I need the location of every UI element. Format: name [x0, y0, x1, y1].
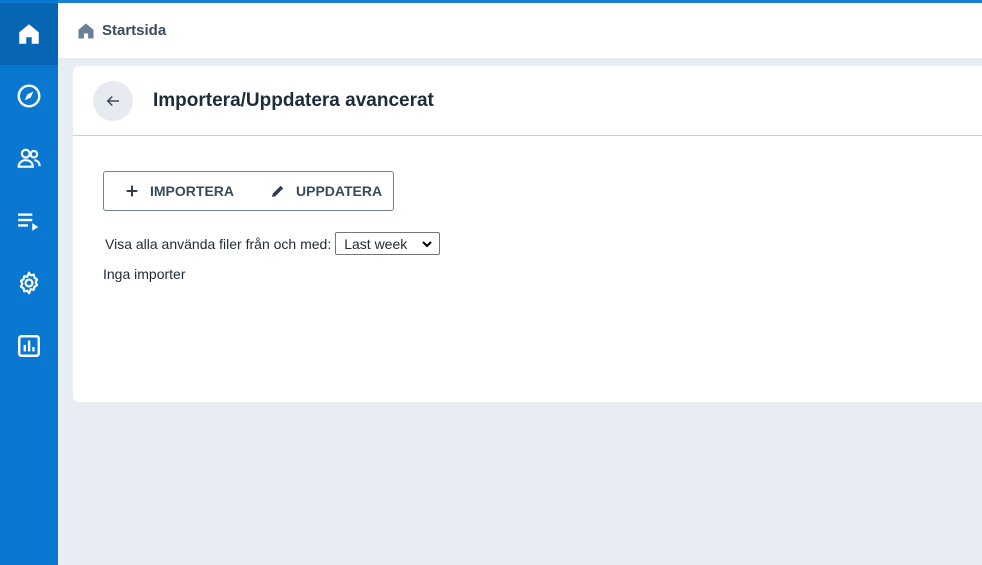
sidebar-item-home[interactable] — [0, 3, 58, 65]
page-title: Importera/Uppdatera avancerat — [153, 89, 434, 111]
breadcrumb-home-label: Startsida — [102, 22, 167, 39]
compass-icon — [17, 84, 41, 108]
import-button-label: IMPORTERA — [150, 183, 234, 199]
plus-icon — [126, 185, 138, 197]
date-filter-label: Visa alla använda filer från och med: — [105, 235, 332, 252]
card-header: Importera/Uppdatera avancerat — [73, 66, 982, 136]
back-button[interactable] — [93, 80, 133, 121]
users-icon — [17, 148, 41, 168]
playlist-icon — [18, 213, 39, 231]
arrow-left-icon — [106, 95, 119, 106]
report-icon — [18, 335, 40, 357]
home-icon — [19, 24, 39, 44]
sidebar-item-lists[interactable] — [0, 190, 58, 252]
home-icon — [78, 23, 94, 38]
main-card: Importera/Uppdatera avancerat IMPORTERA … — [73, 66, 982, 402]
update-button-label: UPPDATERA — [296, 183, 383, 199]
top-header: Startsida — [58, 3, 982, 58]
date-filter-value: Last week — [344, 235, 408, 252]
date-filter-select[interactable]: Last week — [335, 232, 441, 255]
import-button[interactable]: IMPORTERA — [104, 172, 250, 210]
breadcrumb[interactable]: Startsida — [76, 21, 166, 41]
sidebar-item-users[interactable] — [0, 127, 58, 189]
pencil-icon — [272, 185, 284, 197]
sidebar-item-reports[interactable] — [0, 315, 58, 377]
chevron-down-icon — [422, 240, 432, 247]
update-button[interactable]: UPPDATERA — [250, 172, 398, 210]
gear-icon — [19, 271, 39, 295]
date-filter-row: Visa alla använda filer från och med: La… — [105, 232, 441, 255]
sidebar-item-settings[interactable] — [0, 252, 58, 314]
action-button-group: IMPORTERA UPPDATERA — [103, 171, 394, 211]
empty-state-text: Inga importer — [103, 266, 186, 282]
sidebar — [0, 0, 58, 565]
sidebar-item-explore[interactable] — [0, 65, 58, 127]
